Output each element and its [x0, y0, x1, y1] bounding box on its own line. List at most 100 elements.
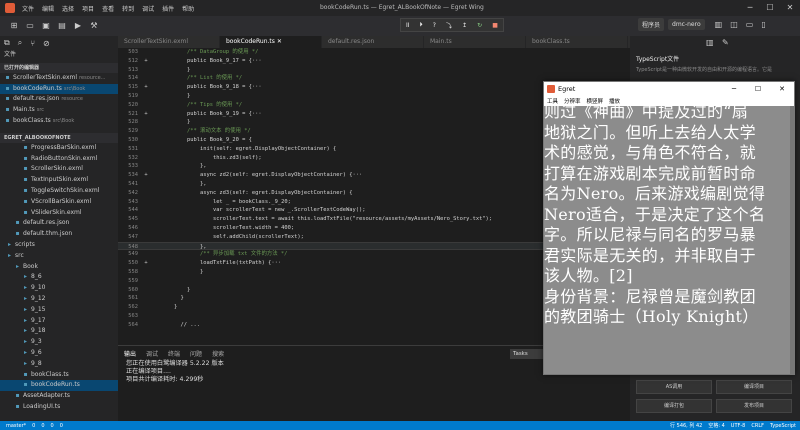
- open-editor-item[interactable]: ▪ default.res.json resource: [0, 94, 118, 105]
- run-icon[interactable]: ▶: [70, 18, 86, 34]
- minimize-icon[interactable]: ─: [740, 0, 760, 16]
- indentation[interactable]: 空格: 4: [708, 422, 724, 429]
- fold-icon[interactable]: [142, 145, 150, 154]
- fold-icon[interactable]: [142, 118, 150, 127]
- fold-icon[interactable]: [142, 215, 150, 224]
- maximize-icon[interactable]: ☐: [746, 82, 770, 96]
- preview-stage[interactable]: 则过《神曲》中提及过的“扇 地狱之门。但听上去给人太学 术的感觉，与角色不符合，就打…: [544, 106, 794, 374]
- maximize-icon[interactable]: ☐: [760, 0, 780, 16]
- mode-select[interactable]: 程序员: [638, 18, 665, 31]
- preview-menu-tools[interactable]: 工具: [547, 97, 558, 105]
- fold-icon[interactable]: [142, 286, 150, 295]
- fold-icon[interactable]: [142, 233, 150, 242]
- tree-item[interactable]: ▪ VScrollBarSkin.exml: [0, 197, 118, 208]
- fold-icon[interactable]: +: [142, 83, 150, 92]
- preview-menu-play[interactable]: 播放: [609, 97, 620, 105]
- menu-goto[interactable]: 转到: [122, 4, 134, 13]
- tree-item[interactable]: ▪ ToggleSwitchSkin.exml: [0, 186, 118, 197]
- tree-item[interactable]: ▪ bookClass.ts: [0, 370, 118, 381]
- as-call-button[interactable]: AS调用: [636, 380, 712, 394]
- git-icon[interactable]: ⑂: [30, 39, 35, 48]
- git-branch[interactable]: master*: [6, 423, 26, 429]
- open-editor-item[interactable]: ▪ bookCodeRun.ts src\Book: [0, 83, 118, 95]
- fold-icon[interactable]: [142, 321, 150, 330]
- tab-close-icon[interactable]: ✕: [277, 38, 282, 45]
- pause-icon[interactable]: II: [406, 22, 410, 29]
- save-all-icon[interactable]: ▤: [54, 18, 70, 34]
- split-icon[interactable]: ◫: [730, 20, 738, 29]
- fold-icon[interactable]: [142, 243, 150, 250]
- fold-icon[interactable]: +: [142, 57, 150, 66]
- tree-item[interactable]: ▸ 8_6: [0, 272, 118, 283]
- info-count[interactable]: 0: [60, 423, 63, 429]
- panel-tab-output[interactable]: 输出: [124, 349, 136, 358]
- open-folder-icon[interactable]: ▭: [22, 18, 38, 34]
- step-into-icon[interactable]: ⤵: [446, 21, 452, 30]
- menu-debug[interactable]: 调试: [142, 4, 154, 13]
- fold-icon[interactable]: [142, 277, 150, 286]
- panel-tab-search[interactable]: 搜索: [212, 349, 224, 358]
- tree-item[interactable]: ▪ bookCodeRun.ts: [0, 380, 118, 392]
- fold-icon[interactable]: [142, 303, 150, 312]
- tree-item[interactable]: ▪ ProgressBarSkin.exml: [0, 143, 118, 154]
- panel-tab-problems[interactable]: 问题: [190, 349, 202, 358]
- user-account[interactable]: dmc-nero: [668, 19, 705, 30]
- tree-item[interactable]: ▪ LoadingUI.ts: [0, 402, 118, 413]
- fold-icon[interactable]: [142, 66, 150, 75]
- tree-item[interactable]: ▪ ScrollerSkin.exml: [0, 164, 118, 175]
- open-editor-item[interactable]: ▪ bookClass.ts src\Book: [0, 116, 118, 127]
- tree-item[interactable]: ▪ TextInputSkin.exml: [0, 175, 118, 186]
- fold-icon[interactable]: [142, 154, 150, 163]
- tree-item[interactable]: ▸ 9_18: [0, 326, 118, 337]
- preview-menu-orientation[interactable]: 横竖屏: [587, 97, 604, 105]
- save-icon[interactable]: ▣: [38, 18, 54, 34]
- new-file-icon[interactable]: ⊞: [6, 18, 22, 34]
- open-editors-title[interactable]: 已打开的编辑器: [0, 62, 118, 73]
- fold-icon[interactable]: [142, 101, 150, 110]
- tree-item[interactable]: ▸ 9_17: [0, 316, 118, 327]
- tree-item[interactable]: ▪ default.thm.json: [0, 229, 118, 240]
- restart-icon[interactable]: ↻: [477, 22, 482, 29]
- tree-item[interactable]: ▸ 9_3: [0, 337, 118, 348]
- scroller-text[interactable]: 则过《神曲》中提及过的“扇 地狱之门。但听上去给人太学 术的感觉，与角色不符合，就打…: [544, 106, 794, 328]
- fold-icon[interactable]: [142, 268, 150, 277]
- fold-icon[interactable]: +: [142, 259, 150, 268]
- panel-icon[interactable]: ▭: [746, 20, 754, 29]
- open-editor-item[interactable]: ▪ Main.ts src: [0, 105, 118, 116]
- fold-icon[interactable]: [142, 206, 150, 215]
- error-count[interactable]: 0: [41, 423, 44, 429]
- sync-count[interactable]: 0: [32, 423, 35, 429]
- fold-icon[interactable]: +: [142, 110, 150, 119]
- fold-icon[interactable]: [142, 312, 150, 321]
- fold-icon[interactable]: [142, 136, 150, 145]
- preview-scrollbar[interactable]: [790, 106, 794, 374]
- tab-default-res[interactable]: default.res.json: [322, 36, 424, 48]
- line-ending[interactable]: CRLF: [751, 423, 764, 429]
- brush-icon[interactable]: ✎: [722, 38, 729, 47]
- tab-main[interactable]: Main.ts: [424, 36, 526, 48]
- tree-item[interactable]: ▸ 9_8: [0, 359, 118, 370]
- stop-icon[interactable]: ■: [492, 22, 498, 29]
- tree-item[interactable]: ▸ src: [0, 251, 118, 262]
- fold-icon[interactable]: [142, 127, 150, 136]
- tree-item[interactable]: ▸ 9_6: [0, 348, 118, 359]
- fold-icon[interactable]: [142, 162, 150, 171]
- fold-icon[interactable]: [142, 180, 150, 189]
- fold-icon[interactable]: [142, 224, 150, 233]
- encoding[interactable]: UTF-8: [731, 423, 746, 429]
- menu-help[interactable]: 帮助: [182, 4, 194, 13]
- close-icon[interactable]: ✕: [770, 82, 794, 96]
- menu-project[interactable]: 项目: [82, 4, 94, 13]
- menu-edit[interactable]: 编辑: [42, 4, 54, 13]
- menu-select[interactable]: 选择: [62, 4, 74, 13]
- fold-icon[interactable]: [142, 74, 150, 83]
- preview-menu-resolution[interactable]: 分辨率: [564, 97, 581, 105]
- tree-item[interactable]: ▸ scripts: [0, 240, 118, 251]
- panel-tab-terminal[interactable]: 终端: [168, 349, 180, 358]
- menu-plugins[interactable]: 插件: [162, 4, 174, 13]
- tree-item[interactable]: ▸ Book: [0, 262, 118, 273]
- panel-tab-debug[interactable]: 调试: [146, 349, 158, 358]
- tab-book-code-run[interactable]: bookCodeRun.ts ✕: [220, 36, 322, 48]
- menu-view[interactable]: 查看: [102, 4, 114, 13]
- fold-icon[interactable]: [142, 189, 150, 198]
